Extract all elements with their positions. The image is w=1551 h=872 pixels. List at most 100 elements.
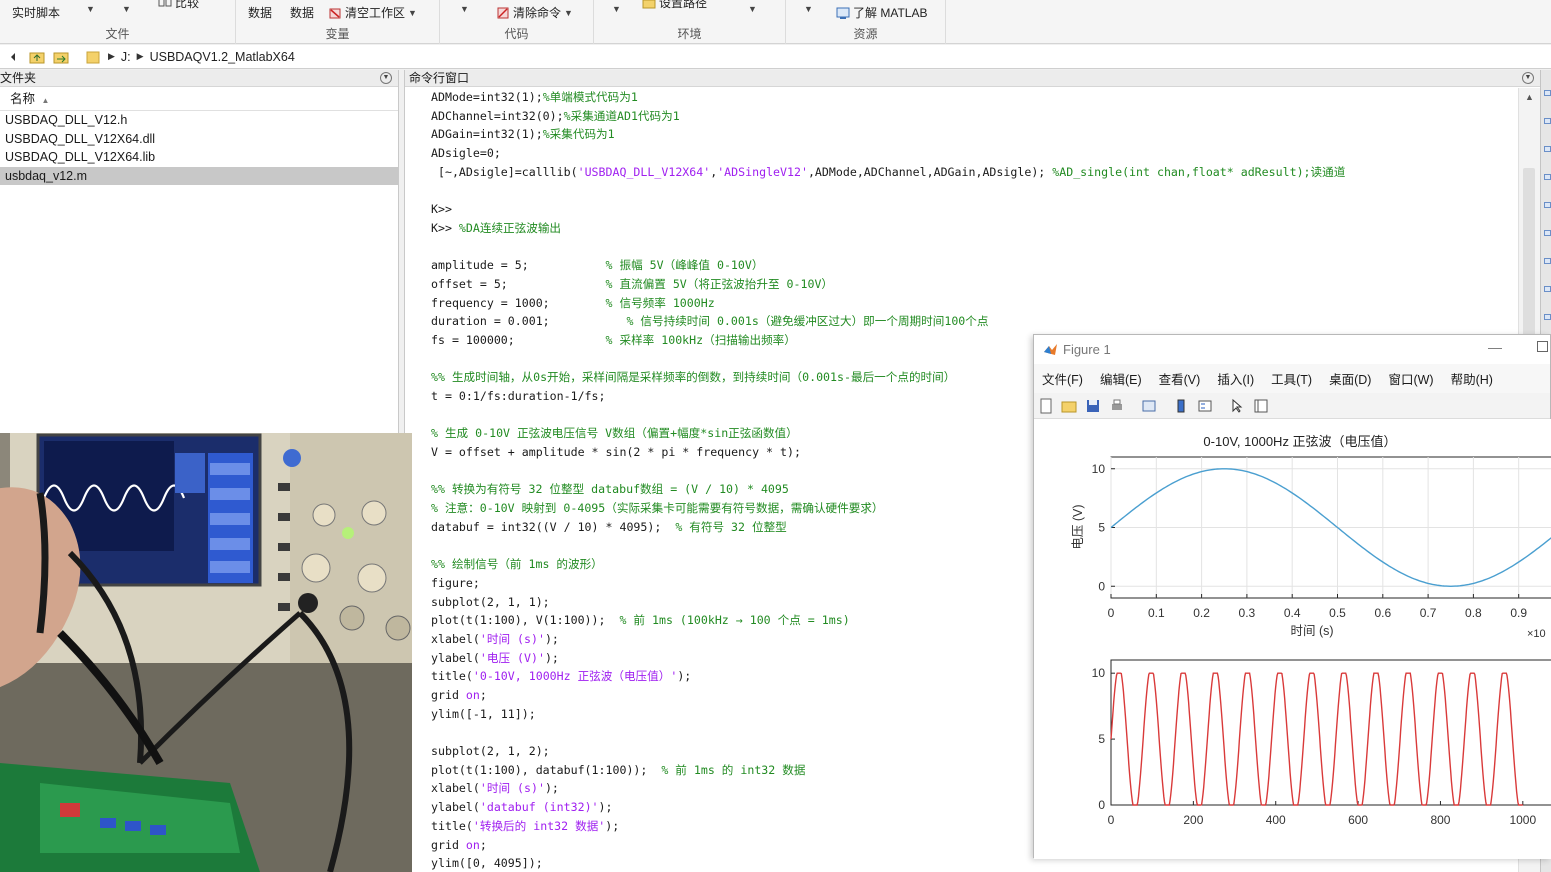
figure-menu-item[interactable]: 插入(I) — [1217, 369, 1254, 388]
code-text: title( — [431, 818, 473, 833]
up-folder-button[interactable] — [28, 49, 46, 65]
folder-panel-title-text: 文件夹 — [0, 71, 37, 85]
code-text: ); — [598, 800, 613, 815]
insert-colorbar-icon[interactable] — [1173, 398, 1189, 414]
code-text: ,ADMode,ADChannel,ADGain,ADsigle); — [807, 164, 1053, 179]
import-data-button[interactable]: 数据 — [248, 4, 272, 21]
address-bar: ▶ J: ▶ USBDAQV1.2_MatlabX64 — [0, 45, 1551, 69]
print-icon[interactable] — [1109, 398, 1125, 414]
x-tick-label: 0.3 — [1239, 606, 1256, 620]
figure-menu-item[interactable]: 编辑(E) — [1100, 369, 1142, 388]
code-comment: % 采样率 100kHz（扫描输出频率） — [605, 332, 796, 347]
group-label-resources: 资源 — [853, 27, 878, 41]
breadcrumb-folder[interactable]: USBDAQV1.2_MatlabX64 — [150, 50, 295, 64]
clear-commands-label: 清除命令 — [513, 6, 562, 20]
code-text: ylabel( — [431, 650, 480, 665]
x-tick-label: 0.2 — [1193, 606, 1210, 620]
new-figure-icon[interactable] — [1038, 398, 1054, 414]
workspace-item-icon — [1544, 314, 1551, 320]
x-tick-label: 0.7 — [1420, 606, 1437, 620]
figure-menu-item[interactable]: 帮助(H) — [1451, 369, 1493, 388]
x-tick-label: 1000 — [1509, 813, 1536, 827]
compare-button[interactable]: 比较 — [158, 0, 199, 11]
figure-menu-item[interactable]: 文件(F) — [1042, 369, 1083, 388]
compare-label: 比较 — [175, 0, 200, 10]
code-text: ); — [544, 781, 559, 796]
figure-menu-item[interactable]: 查看(V) — [1159, 369, 1201, 388]
insert-legend-icon[interactable] — [1197, 398, 1213, 414]
code-text: ylim([-1, 11]); — [431, 706, 536, 721]
find-files-dropdown[interactable]: ▼ — [122, 4, 131, 14]
figure-window[interactable]: Figure 1 — 文件(F) 编辑(E) 查看(V) 插入(I) 工具(T) 桌面(D… — [1033, 334, 1551, 859]
code-text: frequency = 1000; — [431, 295, 606, 310]
maximize-button[interactable] — [1537, 341, 1548, 352]
favorites-dropdown[interactable]: ▼ — [460, 4, 469, 14]
workspace-item-icon — [1544, 202, 1551, 208]
code-text: ); — [605, 818, 620, 833]
oscilloscope-photo-image — [0, 433, 412, 872]
pointer-icon[interactable] — [1229, 398, 1245, 414]
chevron-down-icon: ▼ — [86, 4, 95, 14]
help-dropdown[interactable]: ▼ — [804, 4, 813, 14]
clear-workspace-button[interactable]: 清空工作区 ▼ — [328, 4, 417, 21]
x-tick-label: 400 — [1266, 813, 1286, 827]
figure-menu-item[interactable]: 工具(T) — [1271, 369, 1312, 388]
panel-actions-button[interactable]: ▼ — [380, 72, 392, 84]
group-label-variable: 变量 — [325, 27, 350, 41]
workspace-item-icon — [1544, 146, 1551, 152]
open-file-icon[interactable] — [1061, 398, 1077, 414]
x-exponent-label: ×10 — [1527, 628, 1546, 640]
figure-menu-item[interactable]: 窗口(W) — [1388, 369, 1433, 388]
chevron-down-icon: ▼ — [612, 4, 621, 14]
code-string: 'ADSingleV12' — [717, 164, 808, 179]
column-header-name[interactable]: 名称 ▲ — [0, 87, 398, 111]
browse-folder-button[interactable] — [52, 49, 70, 65]
figure-titlebar[interactable]: Figure 1 — — [1034, 335, 1550, 364]
code-text: xlabel( — [431, 781, 480, 796]
group-label-environment: 环境 — [677, 27, 702, 41]
x-tick-label: 0.5 — [1329, 606, 1346, 620]
save-icon[interactable] — [1085, 398, 1101, 414]
link-plot-icon[interactable] — [1141, 398, 1157, 414]
code-string: '时间 (s)' — [479, 781, 545, 796]
panel-actions-button[interactable]: ▼ — [1522, 72, 1534, 84]
code-string: '电压 (V)' — [479, 650, 545, 665]
y-tick-label: 5 — [1098, 521, 1105, 535]
code-text: K>> — [431, 220, 459, 235]
learn-matlab-label: 了解 MATLAB — [853, 6, 928, 20]
addons-dropdown[interactable]: ▼ — [748, 4, 757, 14]
set-path-button[interactable]: 设置路径 — [642, 0, 707, 11]
minimize-button[interactable]: — — [1488, 339, 1502, 355]
figure-menu-item[interactable]: 桌面(D) — [1329, 369, 1371, 388]
code-string: on — [465, 688, 480, 702]
code-string: '0-10V, 1000Hz 正弦波（电压值）' — [472, 669, 678, 684]
learn-matlab-button[interactable]: 了解 MATLAB — [836, 4, 927, 21]
file-list-item[interactable]: USBDAQ_DLL_V12.h — [0, 111, 398, 130]
breadcrumb-drive[interactable]: J: — [121, 50, 131, 64]
code-text: grid — [431, 688, 466, 702]
toolstrip-group-code: ▼ 清除命令 ▼ 代码 — [440, 0, 594, 44]
property-inspector-icon[interactable] — [1253, 398, 1269, 414]
scroll-up-icon[interactable]: ▲ — [1525, 92, 1534, 102]
file-list-item[interactable]: USBDAQ_DLL_V12X64.lib — [0, 148, 398, 167]
layout-dropdown[interactable]: ▼ — [612, 4, 621, 14]
x-axis-label: 时间 (s) — [1290, 624, 1333, 638]
file-name: USBDAQ_DLL_V12X64.lib — [5, 150, 156, 164]
command-window-title: 命令行窗口 ▼ — [405, 70, 1540, 87]
file-list-item[interactable]: USBDAQ_DLL_V12X64.dll — [0, 130, 398, 149]
code-text: subplot(2, 1, 1); — [431, 594, 550, 609]
back-button[interactable] — [4, 49, 22, 65]
code-text: ); — [544, 631, 559, 646]
open-dropdown[interactable]: ▼ — [86, 4, 95, 14]
file-list-item[interactable]: usbdaq_v12.m — [0, 166, 398, 185]
toolstrip-group-file: 实时脚本 ▼ ▼ 比较 文件 — [0, 0, 236, 44]
folder-icon — [84, 49, 102, 65]
command-line — [431, 238, 1345, 257]
chart-title: 0-10V, 1000Hz 正弦波（电压值） — [1203, 434, 1396, 449]
save-workspace-button[interactable]: 数据 — [290, 4, 314, 21]
toolstrip-group-environment: ▼ 设置路径 ▼ 环境 — [594, 0, 786, 44]
clear-commands-button[interactable]: 清除命令 ▼ — [496, 4, 573, 21]
code-string: 'USBDAQ_DLL_V12X64' — [577, 164, 711, 179]
y-tick-label: 5 — [1098, 732, 1105, 746]
live-script-button[interactable]: 实时脚本 — [12, 4, 60, 21]
